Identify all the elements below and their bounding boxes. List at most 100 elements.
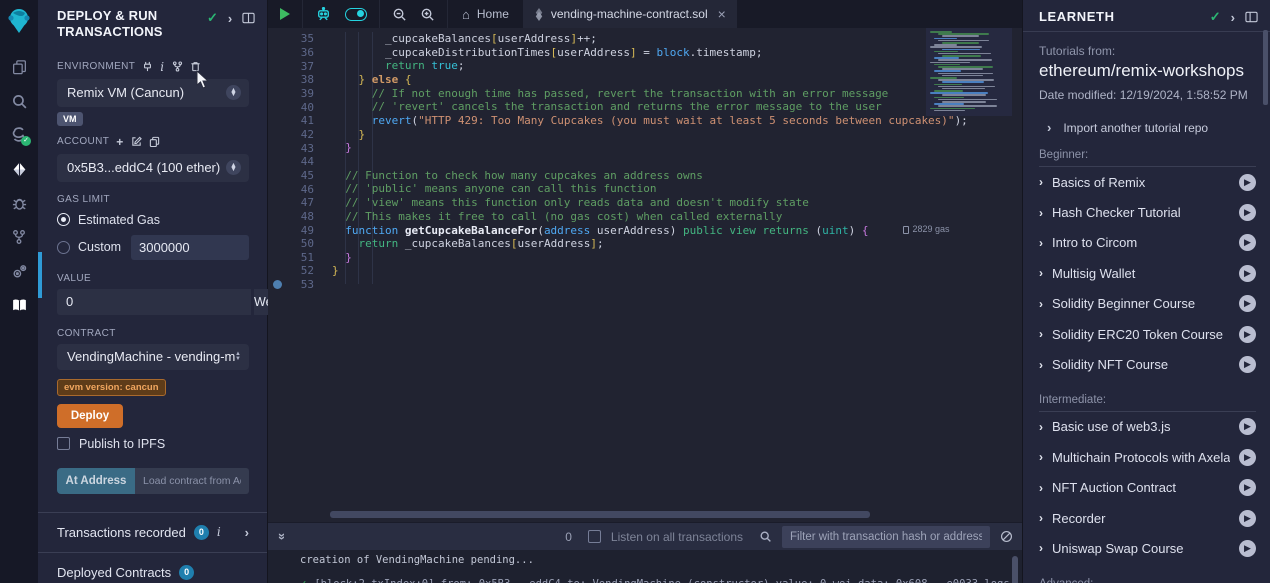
breakpoint-margin[interactable] — [268, 224, 286, 237]
account-select[interactable]: 0x5B3...eddC4 (100 ether) ▲▼ — [57, 154, 249, 182]
play-tutorial-button[interactable]: ▶ — [1239, 479, 1256, 496]
play-tutorial-button[interactable]: ▶ — [1239, 510, 1256, 527]
code-line[interactable]: } — [332, 128, 922, 142]
code-line[interactable]: _cupcakeDistributionTimes[userAddress] =… — [332, 46, 922, 60]
tutorial-item[interactable]: ›Recorder▶ — [1039, 503, 1256, 533]
settings-icon[interactable] — [0, 254, 38, 288]
plug-icon[interactable] — [142, 61, 153, 72]
trash-icon[interactable] — [190, 61, 201, 72]
play-tutorial-button[interactable]: ▶ — [1239, 540, 1256, 557]
environment-select[interactable]: Remix VM (Cancun) ▲▼ — [57, 79, 249, 107]
deploy-button[interactable]: Deploy — [57, 404, 123, 428]
code-line[interactable] — [332, 155, 922, 169]
pin-panel-icon[interactable]: › — [1231, 10, 1235, 25]
editor-minimap[interactable] — [926, 28, 1012, 116]
code-line[interactable]: return _cupcakeBalances[userAddress]; — [332, 237, 922, 251]
tutorial-item[interactable]: ›Intro to Circom▶ — [1039, 228, 1256, 258]
clear-terminal-icon[interactable] — [1000, 530, 1013, 543]
play-tutorial-button[interactable]: ▶ — [1239, 418, 1256, 435]
estimated-gas-radio[interactable] — [57, 213, 70, 226]
code-line[interactable]: } — [332, 251, 922, 265]
search-icon[interactable] — [0, 84, 38, 118]
tutorial-item[interactable]: ›NFT Auction Contract▶ — [1039, 473, 1256, 503]
play-tutorial-button[interactable]: ▶ — [1239, 326, 1256, 343]
breakpoint-margin[interactable] — [268, 196, 286, 209]
play-tutorial-button[interactable]: ▶ — [1239, 449, 1256, 466]
tutorial-item[interactable]: ›Uniswap Swap Course▶ — [1039, 533, 1256, 563]
code-line[interactable]: // This makes it free to call (no gas co… — [332, 210, 922, 224]
at-address-button[interactable]: At Address — [57, 468, 135, 494]
tab-file[interactable]: vending-machine-contract.sol × — [523, 0, 737, 28]
breakpoint-margin[interactable] — [268, 183, 286, 196]
solidity-compiler-icon[interactable]: ✓ — [0, 118, 38, 152]
breakpoint-margin[interactable] — [268, 142, 286, 155]
learneth-icon[interactable] — [0, 288, 38, 322]
custom-gas-radio[interactable] — [57, 241, 70, 254]
code-line[interactable]: function getCupcakeBalanceFor(address us… — [332, 223, 922, 237]
code-line[interactable]: // If not enough time has passed, revert… — [332, 87, 922, 101]
copilot-toggle[interactable] — [345, 8, 367, 21]
custom-gas-input[interactable] — [131, 235, 249, 260]
tutorial-item[interactable]: ›Multichain Protocols with Axelar▶ — [1039, 442, 1256, 472]
editor-horizontal-scrollbar[interactable] — [330, 511, 870, 518]
publish-ipfs-checkbox[interactable] — [57, 437, 70, 450]
gutter-lines[interactable]: 35363738394041424344454647484950515253 — [268, 32, 332, 291]
split-view-icon[interactable] — [242, 12, 255, 24]
code-line[interactable] — [332, 278, 922, 292]
copy-account-icon[interactable] — [149, 136, 160, 147]
tutorial-item[interactable]: ›Multisig Wallet▶ — [1039, 258, 1256, 288]
code-line[interactable]: return true; — [332, 59, 922, 73]
environment-info-icon[interactable]: i — [160, 60, 164, 74]
code-editor[interactable]: 35363738394041424344454647484950515253 _… — [268, 28, 1022, 511]
code-line[interactable]: // 'public' means anyone can call this f… — [332, 182, 922, 196]
pin-panel-icon[interactable]: › — [228, 11, 232, 26]
close-tab-icon[interactable]: × — [718, 6, 726, 22]
zoom-out-icon[interactable] — [392, 7, 407, 22]
tutorial-item[interactable]: ›Solidity Beginner Course▶ — [1039, 289, 1256, 319]
remix-logo[interactable] — [0, 0, 38, 42]
learneth-scrollbar[interactable] — [1263, 30, 1268, 105]
expand-transactions-icon[interactable]: › — [245, 525, 249, 540]
breakpoint-margin[interactable] — [268, 46, 286, 59]
code-line[interactable]: _cupcakeBalances[userAddress]++; — [332, 32, 922, 46]
code-line[interactable]: // 'view' means this function only reads… — [332, 196, 922, 210]
transactions-recorded-row[interactable]: Transactions recorded 0 i › — [38, 512, 267, 552]
tutorial-item[interactable]: ›Hash Checker Tutorial▶ — [1039, 197, 1256, 227]
tutorial-item[interactable]: ›Solidity NFT Course▶ — [1039, 349, 1256, 379]
breakpoint-margin[interactable] — [268, 251, 286, 264]
breakpoint-margin[interactable] — [268, 32, 286, 45]
breakpoint-dot[interactable] — [268, 278, 286, 291]
git-icon[interactable] — [0, 220, 38, 254]
tutorial-item[interactable]: ›Solidity ERC20 Token Course▶ — [1039, 319, 1256, 349]
breakpoint-margin[interactable] — [268, 264, 286, 277]
ai-assistant-icon[interactable] — [315, 7, 332, 22]
transactions-info-icon[interactable]: i — [217, 525, 221, 539]
debugger-icon[interactable] — [0, 186, 38, 220]
play-tutorial-button[interactable]: ▶ — [1239, 356, 1256, 373]
breakpoint-margin[interactable] — [268, 210, 286, 223]
breakpoint-margin[interactable] — [268, 155, 286, 168]
collapse-terminal-icon[interactable]: « — [273, 533, 288, 540]
play-tutorial-button[interactable]: ▶ — [1239, 204, 1256, 221]
play-tutorial-button[interactable]: ▶ — [1239, 265, 1256, 282]
zoom-in-icon[interactable] — [420, 7, 435, 22]
breakpoint-margin[interactable] — [268, 237, 286, 250]
code-line[interactable]: // 'revert' cancels the transaction and … — [332, 100, 922, 114]
deploy-run-icon[interactable] — [0, 152, 38, 186]
at-address-input[interactable] — [135, 468, 249, 494]
listen-all-checkbox[interactable] — [588, 530, 601, 543]
play-tutorial-button[interactable]: ▶ — [1239, 174, 1256, 191]
edit-account-icon[interactable] — [131, 136, 142, 147]
value-input[interactable] — [57, 289, 251, 315]
terminal-filter-input[interactable] — [782, 526, 990, 548]
breakpoint-margin[interactable] — [268, 114, 286, 127]
terminal-output[interactable]: creation of VendingMachine pending... ✓ … — [268, 550, 1022, 583]
terminal-search-icon[interactable] — [759, 530, 772, 543]
code-line[interactable]: } — [332, 141, 922, 155]
breakpoint-margin[interactable] — [268, 101, 286, 114]
breakpoint-margin[interactable] — [268, 169, 286, 182]
tutorial-item[interactable]: ›Basics of Remix▶ — [1039, 167, 1256, 197]
code-line[interactable]: } — [332, 264, 922, 278]
terminal-scrollbar[interactable] — [1012, 556, 1018, 583]
code-line[interactable]: revert("HTTP 429: Too Many Cupcakes (you… — [332, 114, 922, 128]
